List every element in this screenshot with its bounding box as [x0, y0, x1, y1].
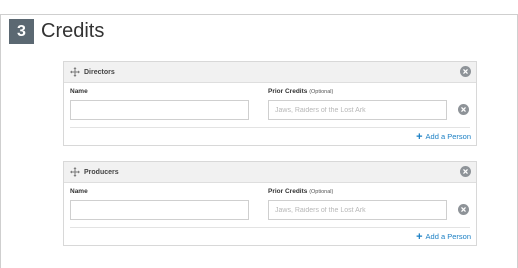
optional-label: (Optional) — [309, 189, 334, 195]
close-circle-icon[interactable] — [460, 166, 471, 177]
name-input[interactable] — [70, 100, 249, 120]
prior-credits-input[interactable] — [268, 100, 447, 120]
prior-credits-label-text: Prior Credits — [268, 88, 308, 95]
prior-credits-input[interactable] — [268, 200, 447, 220]
section-title: Credits — [41, 20, 105, 42]
name-label: Name — [70, 88, 88, 95]
plus-icon: + — [416, 130, 423, 143]
directors-panel: Directors Name Prior Credits (Optional) … — [63, 61, 477, 146]
add-person-button[interactable]: + Add a Person — [416, 130, 471, 143]
row-divider — [70, 227, 470, 228]
row-divider — [70, 127, 470, 128]
close-circle-icon[interactable] — [460, 66, 471, 77]
panel-title: Producers — [84, 168, 119, 176]
add-person-button[interactable]: + Add a Person — [416, 230, 471, 243]
add-person-label: Add a Person — [425, 232, 471, 241]
name-label: Name — [70, 188, 88, 195]
plus-icon: + — [416, 230, 423, 243]
name-input[interactable] — [70, 200, 249, 220]
remove-person-icon[interactable] — [458, 204, 469, 215]
move-icon[interactable] — [70, 67, 80, 77]
panel-title: Directors — [84, 68, 115, 76]
directors-panel-header[interactable]: Directors — [64, 62, 476, 83]
move-icon[interactable] — [70, 167, 80, 177]
step-number-badge: 3 — [9, 19, 34, 44]
prior-credits-label-text: Prior Credits — [268, 188, 308, 195]
person-row: Name Prior Credits (Optional) + Add a Pe… — [64, 83, 476, 145]
producers-panel: Producers Name Prior Credits (Optional) … — [63, 161, 477, 246]
add-person-label: Add a Person — [425, 132, 471, 141]
prior-credits-label: Prior Credits (Optional) — [268, 188, 333, 195]
person-row: Name Prior Credits (Optional) + Add a Pe… — [64, 183, 476, 245]
optional-label: (Optional) — [309, 89, 334, 95]
prior-credits-label: Prior Credits (Optional) — [268, 88, 333, 95]
producers-panel-header[interactable]: Producers — [64, 162, 476, 183]
remove-person-icon[interactable] — [458, 104, 469, 115]
